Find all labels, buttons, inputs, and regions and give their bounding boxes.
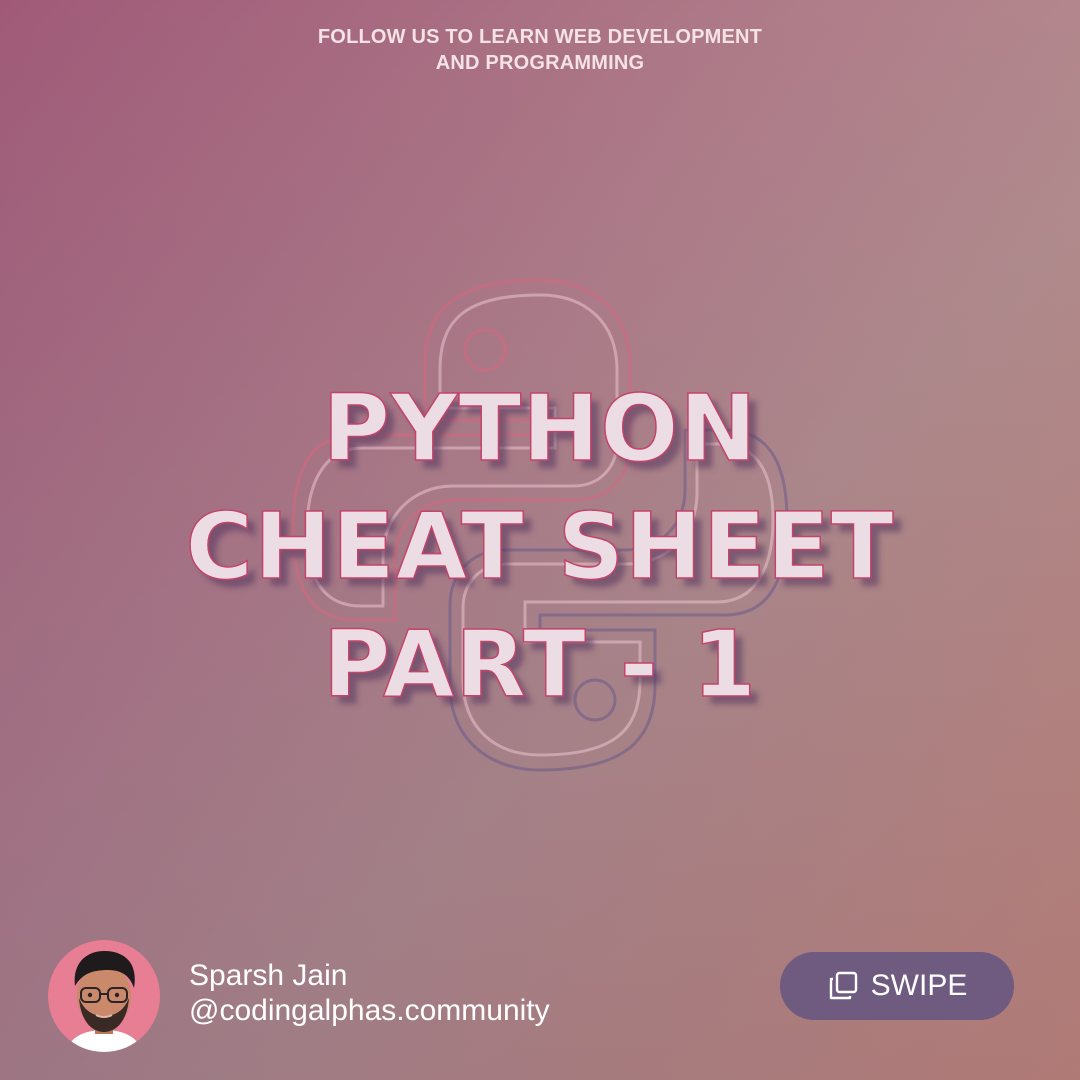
follow-banner-line-1: FOLLOW US TO LEARN WEB DEVELOPMENT — [317, 26, 763, 48]
swipe-label: SWIPE — [870, 969, 968, 1002]
page-title: PYTHON CHEAT SHEET PART - 1 — [0, 370, 1080, 724]
title-line-2: CHEAT SHEET — [185, 492, 895, 601]
author-handle[interactable]: @codingalphas.community — [189, 993, 550, 1028]
follow-banner-line-2: AND PROGRAMMING — [435, 52, 645, 74]
avatar — [48, 940, 160, 1052]
title-line-1: PYTHON — [322, 374, 758, 483]
title-line-3: PART - 1 — [322, 610, 757, 719]
swipe-button[interactable]: SWIPE — [780, 952, 1014, 1020]
follow-banner: FOLLOW US TO LEARN WEB DEVELOPMENT AND P… — [0, 24, 1080, 76]
author-info: Sparsh Jain @codingalphas.community — [189, 958, 550, 1028]
copy-icon — [827, 970, 859, 1002]
author-name: Sparsh Jain — [189, 959, 348, 992]
